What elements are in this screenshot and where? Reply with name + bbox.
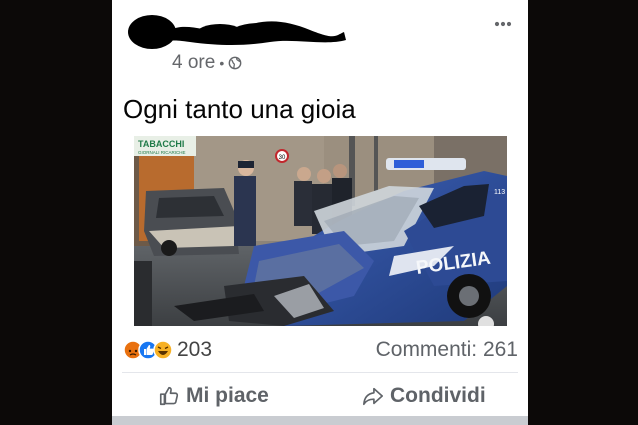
share-label: Condividi: [390, 384, 486, 407]
reaction-count[interactable]: 203: [177, 338, 212, 362]
like-label: Mi piace: [186, 384, 269, 407]
post-timestamp[interactable]: 4 ore: [172, 52, 215, 74]
engagement-bar: 203 Commenti: 261: [122, 338, 518, 364]
car-number-text: 113: [494, 189, 505, 196]
redacted-author-name: [128, 15, 346, 49]
shop-sign-sub: GIORNALI RICARICHE: [138, 150, 186, 155]
speed-limit-sign: 30: [279, 155, 286, 161]
thumbs-up-icon: [159, 386, 179, 406]
post-meta: 4 ore •: [172, 52, 242, 74]
shop-sign: TABACCHI: [138, 139, 184, 149]
more-options-button[interactable]: [494, 10, 512, 33]
meta-separator: •: [219, 55, 225, 71]
like-button[interactable]: Mi piace: [158, 383, 269, 409]
globe-icon: [228, 56, 242, 70]
actions-divider: [122, 372, 518, 373]
more-dots-icon: [494, 21, 512, 27]
bottom-separator: [112, 416, 528, 425]
comments-count[interactable]: Commenti: 261: [376, 338, 518, 362]
haha-icon: [153, 340, 173, 360]
post-photo[interactable]: TABACCHI GIORNALI RICARICHE 30 POLIZIA 1…: [134, 136, 507, 326]
post-card: 4 ore • Ogni tanto una gioia TABACCHI GI…: [112, 0, 528, 425]
reaction-icons[interactable]: [122, 339, 178, 361]
post-text: Ogni tanto una gioia: [123, 94, 356, 124]
share-button[interactable]: Condividi: [362, 383, 486, 409]
crashed-police-car-image: TABACCHI GIORNALI RICARICHE 30 POLIZIA 1…: [134, 136, 507, 326]
share-arrow-icon: [363, 387, 383, 406]
